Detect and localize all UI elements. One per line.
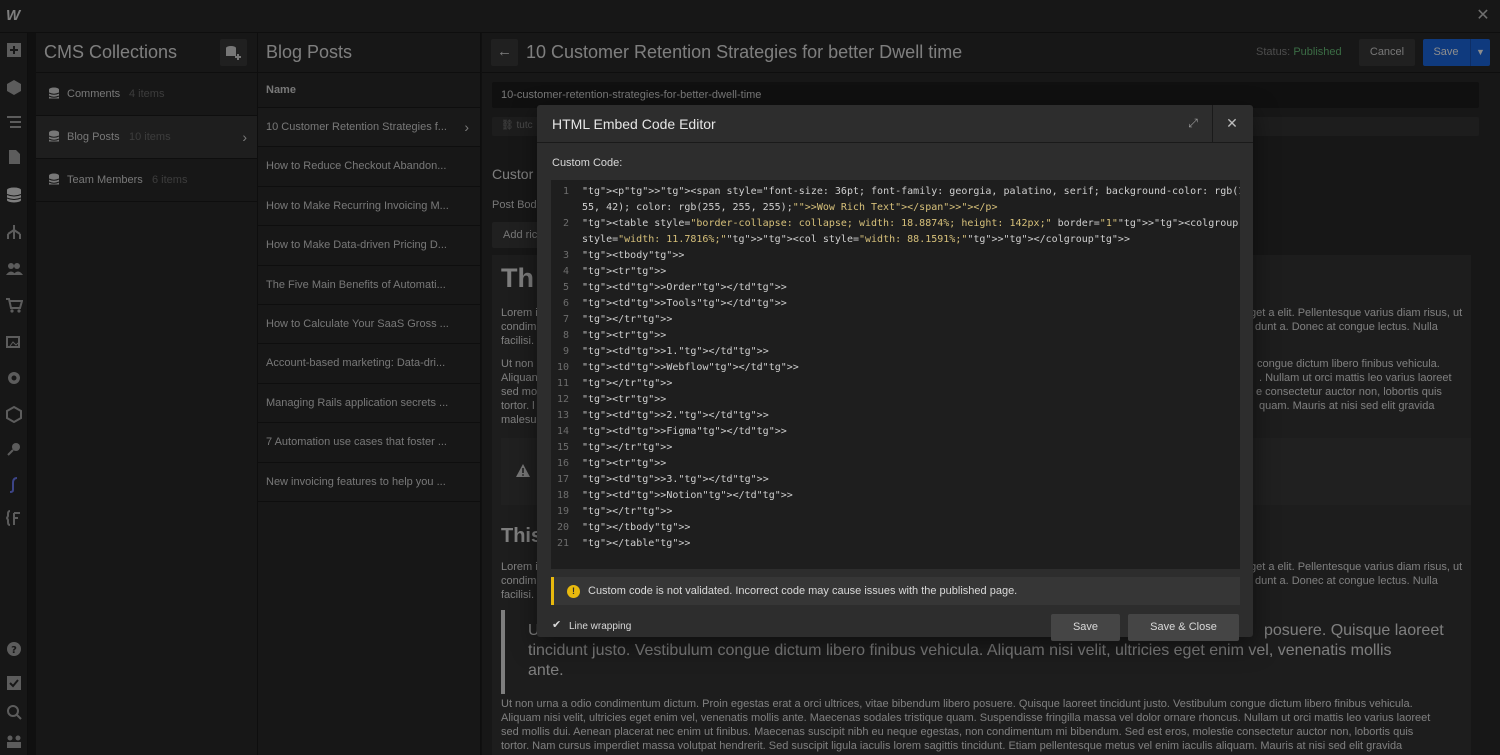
code-line: 5 "tg"><td"tg">>Order"tg"></td"tg">> <box>551 280 1240 296</box>
line-number: 14 <box>556 426 569 437</box>
line-number: 5 <box>562 282 569 293</box>
code-line: 16 "tg"><tr"tg">> <box>551 456 1240 472</box>
close-icon[interactable]: ✕ <box>1223 114 1241 132</box>
code-text: "tg"><td"tg">>Tools"tg"></td"tg">> <box>582 298 787 309</box>
line-wrapping-checkbox[interactable]: ✔ <box>552 620 562 631</box>
code-text: "tg"></tbody"tg">> <box>582 522 691 533</box>
code-line: 17 "tg"><td"tg">>3."tg"></td"tg">> <box>551 472 1240 488</box>
line-number: 19 <box>556 506 569 517</box>
code-text: "tg"><tr"tg">> <box>582 394 667 405</box>
line-number: 8 <box>562 330 569 341</box>
divider <box>1212 105 1213 143</box>
code-line: 12 "tg"><tr"tg">> <box>551 392 1240 408</box>
code-text: "tg"><td"tg">>Order"tg"></td"tg">> <box>582 282 787 293</box>
line-number: 16 <box>556 458 569 469</box>
code-line: 1 "tg"><p"tg">>"tg"><span style="font-siz… <box>551 184 1240 200</box>
validation-warning: ! Custom code is not validated. Incorrec… <box>551 577 1240 605</box>
code-line: 7 "tg"></tr"tg">> <box>551 312 1240 328</box>
line-number: 13 <box>556 410 569 421</box>
code-line: 4 "tg"><tr"tg">> <box>551 264 1240 280</box>
code-text: "tg"></tr"tg">> <box>582 378 673 389</box>
code-line: 19 "tg"></tr"tg">> <box>551 504 1240 520</box>
line-number: 20 <box>556 522 569 533</box>
code-line: 9 "tg"><td"tg">>1."tg"></td"tg">> <box>551 344 1240 360</box>
line-number: 21 <box>556 538 569 549</box>
code-line: 20 "tg"></tbody"tg">> <box>551 520 1240 536</box>
line-number: 4 <box>562 266 569 277</box>
line-number: 9 <box>562 346 569 357</box>
code-text: "tg"><tbody"tg">> <box>582 250 685 261</box>
code-text: "tg"><tr"tg">> <box>582 458 667 469</box>
code-line: 6 "tg"><td"tg">>Tools"tg"></td"tg">> <box>551 296 1240 312</box>
line-number: 2 <box>562 218 569 229</box>
code-text: "tg"><td"tg">>Webflow"tg"></td"tg">> <box>582 362 799 373</box>
code-line: 10 "tg"><td"tg">>Webflow"tg"></td"tg">> <box>551 360 1240 376</box>
code-line: 18 "tg"><td"tg">>Notion"tg"></td"tg">> <box>551 488 1240 504</box>
line-number: 17 <box>556 474 569 485</box>
code-text: 55, 42); color: rgb(255, 255, 255);"">>W… <box>582 202 998 213</box>
code-text: "tg"></tr"tg">> <box>582 442 673 453</box>
code-line: style="width: 11.7816%;""tg">>"tg"><col … <box>551 232 1240 248</box>
code-text: "tg"><td"tg">>2."tg"></td"tg">> <box>582 410 769 421</box>
line-number: 6 <box>562 298 569 309</box>
html-embed-editor-modal: HTML Embed Code Editor ⤢ ✕ Custom Code: … <box>537 105 1253 641</box>
line-wrapping-label: Line wrapping <box>569 621 632 632</box>
expand-icon[interactable]: ⤢ <box>1186 116 1200 130</box>
line-number: 12 <box>556 394 569 405</box>
code-line: 11 "tg"></tr"tg">> <box>551 376 1240 392</box>
code-text: "tg"><p"tg">>"tg"><span style="font-size… <box>582 186 1240 197</box>
line-number: 10 <box>556 362 569 373</box>
code-line: 3 "tg"><tbody"tg">> <box>551 248 1240 264</box>
warning-icon: ! <box>567 585 580 598</box>
code-line: 8 "tg"><tr"tg">> <box>551 328 1240 344</box>
line-number: 7 <box>562 314 569 325</box>
line-number: 11 <box>556 378 569 389</box>
code-line: 55, 42); color: rgb(255, 255, 255);"">>W… <box>551 200 1240 216</box>
code-text: style="width: 11.7816%;""tg">>"tg"><col … <box>582 234 1130 245</box>
code-text: "tg"></table"tg">> <box>582 538 691 549</box>
custom-code-label: Custom Code: <box>552 157 623 169</box>
webflow-designer: W ✕ ? CMS Collections Comments 4 items B… <box>0 0 1500 755</box>
code-line: 13 "tg"><td"tg">>2."tg"></td"tg">> <box>551 408 1240 424</box>
code-text: "tg"></tr"tg">> <box>582 506 673 517</box>
code-text: "tg"><tr"tg">> <box>582 266 667 277</box>
code-text: "tg"><td"tg">>Figma"tg"></td"tg">> <box>582 426 787 437</box>
line-number: 1 <box>562 186 569 197</box>
modal-header: HTML Embed Code Editor ⤢ ✕ <box>537 105 1253 143</box>
code-text: "tg"></tr"tg">> <box>582 314 673 325</box>
modal-title: HTML Embed Code Editor <box>552 116 716 132</box>
line-number: 15 <box>556 442 569 453</box>
line-number: 3 <box>562 250 569 261</box>
save-close-button[interactable]: Save & Close <box>1128 614 1239 641</box>
code-line: 14 "tg"><td"tg">>Figma"tg"></td"tg">> <box>551 424 1240 440</box>
save-button[interactable]: Save <box>1051 614 1120 641</box>
code-line: 2 "tg"><table style="border-collapse: col… <box>551 216 1240 232</box>
code-line: 21 "tg"></table"tg">> <box>551 536 1240 552</box>
code-line: 15 "tg"></tr"tg">> <box>551 440 1240 456</box>
line-number: 18 <box>556 490 569 501</box>
warning-text: Custom code is not validated. Incorrect … <box>588 585 1018 597</box>
code-text: "tg"><td"tg">>3."tg"></td"tg">> <box>582 474 769 485</box>
code-text: "tg"><tr"tg">> <box>582 330 667 341</box>
code-editor[interactable]: 1 "tg"><p"tg">>"tg"><span style="font-siz… <box>551 180 1240 569</box>
code-text: "tg"><table style="border-collapse: coll… <box>582 218 1240 229</box>
code-text: "tg"><td"tg">>Notion"tg"></td"tg">> <box>582 490 793 501</box>
code-text: "tg"><td"tg">>1."tg"></td"tg">> <box>582 346 769 357</box>
